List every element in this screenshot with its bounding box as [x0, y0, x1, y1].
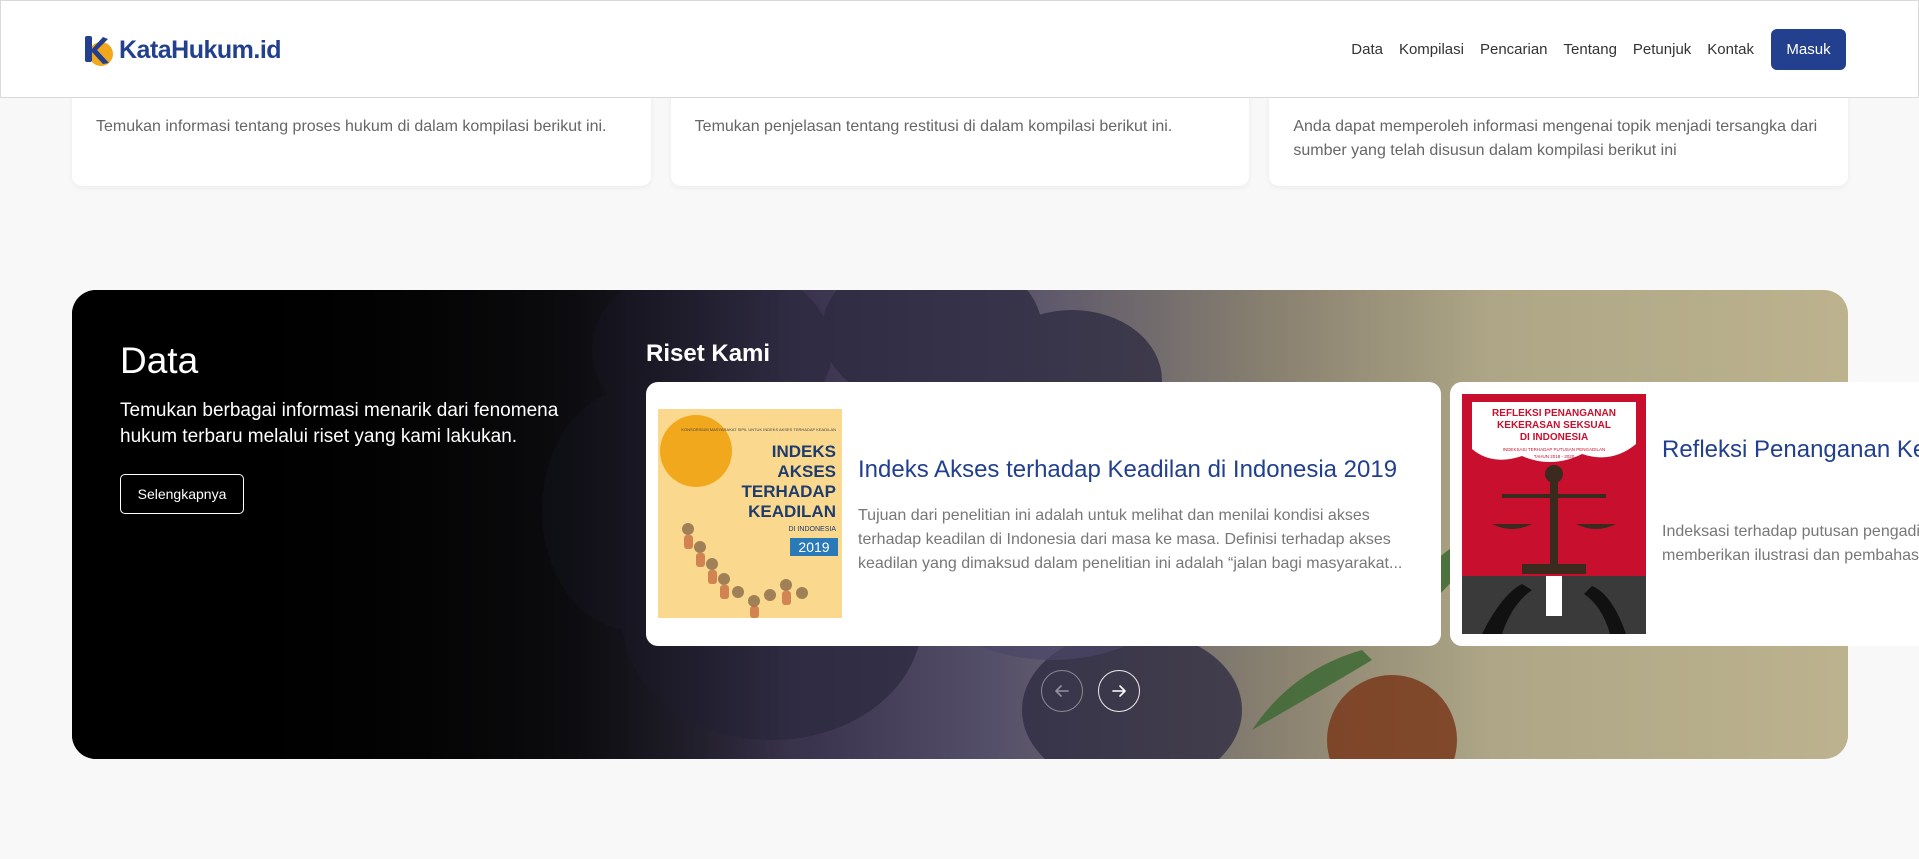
nav-pencarian[interactable]: Pencarian	[1480, 41, 1548, 58]
arrow-left-icon	[1055, 685, 1069, 697]
cover-illustration: KONSORSIUM MASYARAKAT SIPIL UNTUK INDEKS…	[658, 409, 842, 618]
banner-description: Temukan berbagai informasi menarik dari …	[120, 400, 559, 447]
research-cover: REFLEKSI PENANGANAN KEKERASAN SEKSUAL DI…	[1462, 394, 1646, 634]
research-card[interactable]: KONSORSIUM MASYARAKAT SIPIL UNTUK INDEKS…	[646, 382, 1441, 646]
svg-text:KEKERASAN SEKSUAL: KEKERASAN SEKSUAL	[1497, 420, 1611, 431]
banner-title: Data	[120, 340, 199, 381]
carousel-next-button[interactable]	[1098, 670, 1140, 712]
svg-text:DI INDONESIA: DI INDONESIA	[789, 526, 837, 533]
logo-text: KataHukum.id	[119, 35, 282, 64]
card-description: Anda dapat memperoleh informasi mengenai…	[1293, 118, 1818, 159]
login-button[interactable]: Masuk	[1771, 29, 1846, 70]
svg-text:TERHADAP: TERHADAP	[742, 482, 836, 501]
nav-data[interactable]: Data	[1351, 41, 1383, 58]
cover-small-text: KONSORSIUM MASYARAKAT SIPIL UNTUK INDEKS…	[681, 427, 836, 432]
nav-petunjuk[interactable]: Petunjuk	[1633, 41, 1691, 58]
nav-tentang[interactable]: Tentang	[1564, 41, 1617, 58]
svg-text:AKSES: AKSES	[777, 462, 836, 481]
main-nav: Data Kompilasi Pencarian Tentang Petunju…	[1335, 29, 1846, 70]
svg-text:KEADILAN: KEADILAN	[748, 502, 836, 521]
carousel-prev-button[interactable]	[1041, 670, 1083, 712]
svg-text:DI INDONESIA: DI INDONESIA	[1520, 432, 1588, 443]
research-description: Tujuan dari penelitian ini adalah untuk …	[858, 507, 1403, 572]
site-header: KataHukum.id Data Kompilasi Pencarian Te…	[0, 0, 1919, 98]
card-description: Temukan informasi tentang proses hukum d…	[96, 118, 607, 135]
nav-kontak[interactable]: Kontak	[1707, 41, 1754, 58]
cover-illustration: REFLEKSI PENANGANAN KEKERASAN SEKSUAL DI…	[1462, 394, 1646, 634]
nav-kompilasi[interactable]: Kompilasi	[1399, 41, 1464, 58]
research-title[interactable]: Refleksi Penanganan Kekerasan Seksual di…	[1662, 432, 1919, 467]
research-title[interactable]: Indeks Akses terhadap Keadilan di Indone…	[858, 452, 1428, 487]
arrow-right-icon	[1112, 685, 1126, 697]
logo-icon	[85, 36, 113, 66]
svg-text:INDEKS: INDEKS	[772, 442, 836, 461]
more-button[interactable]: Selengkapnya	[120, 474, 244, 514]
research-card[interactable]: REFLEKSI PENANGANAN KEKERASAN SEKSUAL DI…	[1450, 382, 1919, 646]
svg-text:REFLEKSI PENANGANAN: REFLEKSI PENANGANAN	[1492, 408, 1616, 419]
research-section-title: Riset Kami	[646, 340, 771, 367]
research-description: Indeksasi terhadap putusan pengadilan ke…	[1662, 523, 1919, 564]
logo[interactable]: KataHukum.id	[81, 33, 282, 67]
card-description: Temukan penjelasan tentang restitusi di …	[694, 118, 1173, 135]
svg-text:INDEKSASI TERHADAP PUTUSAN PEN: INDEKSASI TERHADAP PUTUSAN PENGADILAN	[1503, 447, 1606, 452]
svg-text:2019: 2019	[798, 539, 829, 555]
svg-text:TAHUN 2018 - 2020: TAHUN 2018 - 2020	[1534, 454, 1575, 459]
research-cover: KONSORSIUM MASYARAKAT SIPIL UNTUK INDEKS…	[658, 409, 842, 618]
